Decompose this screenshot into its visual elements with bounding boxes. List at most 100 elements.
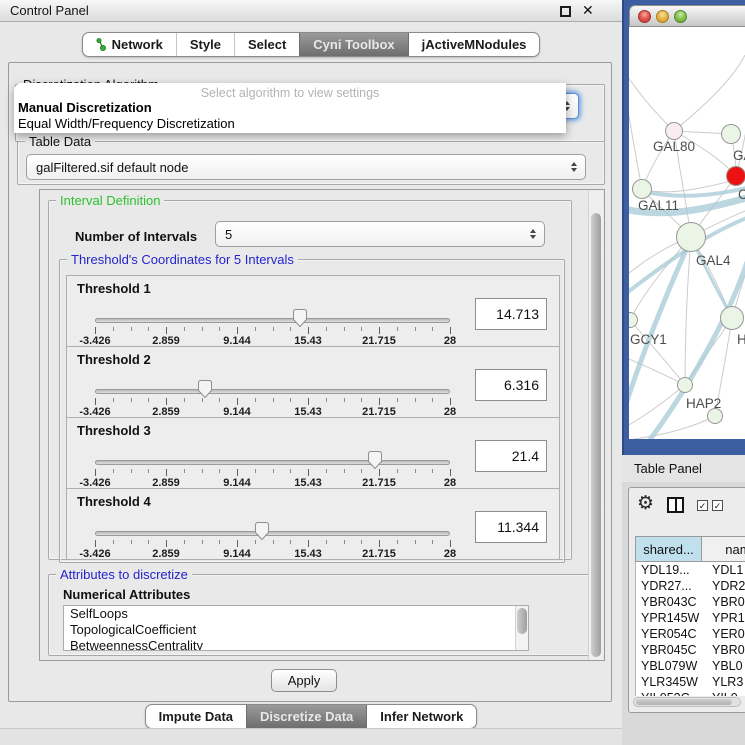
attributes-group: Attributes to discretize Numerical Attri… (48, 574, 596, 656)
list-item-selfloops[interactable]: SelfLoops (64, 606, 528, 622)
network-node-c[interactable] (726, 166, 745, 186)
network-window-titlebar[interactable] (629, 5, 745, 27)
table-data-value: galFiltered.sif default node (36, 160, 188, 175)
algorithm-menu-items: Manual DiscretizationEqual Width/Frequen… (18, 100, 562, 132)
numerical-attributes-list[interactable]: SelfLoopsTopologicalCoefficientBetweenne… (63, 605, 529, 651)
menu-item-equal-width-frequency-discretization[interactable]: Equal Width/Frequency Discretization (18, 116, 562, 132)
threshold-panel-threshold-3: Threshold 3-3.4262.8599.14415.4321.71528… (66, 417, 560, 489)
table-data-title: Table Data (25, 134, 95, 149)
threshold-value-field[interactable]: 11.344 (475, 511, 547, 543)
settings-scroll-area: Interval Definition Number of Intervals … (39, 189, 605, 661)
table-row[interactable]: YLR345WYLR3 (636, 674, 745, 690)
threshold-label: Threshold 4 (77, 494, 151, 509)
tab-select[interactable]: Select (234, 33, 299, 56)
checkbox-icon[interactable]: ✓ (697, 500, 708, 511)
tab-label: Infer Network (380, 709, 463, 724)
tab-impute-data[interactable]: Impute Data (146, 705, 246, 728)
column-header-shared-name[interactable]: shared... (636, 537, 702, 561)
tick-mark (237, 327, 238, 334)
tick-mark (148, 540, 149, 544)
close-traffic-light-icon[interactable] (638, 10, 651, 23)
slider-handle[interactable] (197, 379, 213, 399)
network-node-h[interactable] (720, 306, 744, 330)
network-node-gal80[interactable] (665, 122, 683, 140)
menu-item-manual-discretization[interactable]: Manual Discretization (18, 100, 562, 116)
tick-mark (290, 398, 291, 402)
network-node-gal4[interactable] (676, 222, 706, 252)
threshold-slider[interactable]: -3.4262.8599.14415.4321.71528 (67, 302, 467, 348)
close-icon[interactable]: ✕ (582, 2, 594, 19)
threshold-label: Threshold 2 (77, 352, 151, 367)
table-row[interactable]: YDL19...YDL1 (636, 562, 745, 578)
tab-discretize-data[interactable]: Discretize Data (246, 705, 366, 728)
scrollbar-thumb[interactable] (517, 608, 527, 634)
tick-mark (219, 540, 220, 544)
network-node-gal11[interactable] (632, 179, 652, 199)
list-item-topologicalcoefficient[interactable]: TopologicalCoefficient (64, 622, 528, 638)
tab-cyni-toolbox[interactable]: Cyni Toolbox (299, 33, 407, 56)
tick-mark (432, 540, 433, 544)
threshold-panel-threshold-1: Threshold 1-3.4262.8599.14415.4321.71528… (66, 275, 560, 347)
network-node-ga[interactable] (721, 124, 741, 144)
scrollbar-thumb[interactable] (591, 213, 601, 657)
table-data-combo[interactable]: galFiltered.sif default node (26, 154, 586, 180)
checkbox-icon[interactable]: ✓ (712, 500, 723, 511)
column-header-name[interactable]: name (702, 537, 745, 561)
threshold-value-field[interactable]: 6.316 (475, 369, 547, 401)
table-row[interactable]: YPR145WYPR1 (636, 610, 745, 626)
table-row[interactable]: YBR045CYBR0 (636, 642, 745, 658)
gear-icon[interactable]: ⚙ (637, 492, 654, 515)
network-canvas[interactable]: GAL80GACGAL11GAL4GCY1HHAP2 (629, 27, 745, 439)
thresholds-group-title: Threshold's Coordinates for 5 Intervals (67, 252, 298, 267)
threshold-slider[interactable]: -3.4262.8599.14415.4321.71528 (67, 515, 467, 561)
bottom-tab-bar: Impute DataDiscretize Data Infer Network (145, 704, 478, 729)
tick-mark (415, 398, 416, 402)
slider-track (95, 531, 450, 536)
tick-mark (113, 469, 114, 473)
zoom-traffic-light-icon[interactable] (674, 10, 687, 23)
tick-mark (379, 327, 380, 334)
table-horizontal-scrollbar[interactable] (633, 697, 741, 707)
cell-shared-name: YER054C (636, 626, 702, 642)
bottom-tabbar: Impute DataDiscretize Data Infer Network (0, 704, 622, 729)
scrollbar-thumb[interactable] (636, 699, 732, 705)
tick-mark (450, 540, 451, 547)
network-node[interactable] (707, 408, 723, 424)
cell-name: YBR0 (702, 642, 745, 658)
algorithm-dropdown-prompt: Select algorithm to view settings (14, 86, 566, 100)
network-icon (96, 38, 107, 51)
threshold-slider[interactable]: -3.4262.8599.14415.4321.71528 (67, 373, 467, 419)
table-row[interactable]: YBR043CYBR0 (636, 594, 745, 610)
float-window-icon[interactable] (560, 6, 571, 17)
tab-jactivemnodules[interactable]: jActiveMNodules (408, 33, 540, 56)
slider-track (95, 460, 450, 465)
table-row[interactable]: YIL052CYIL0 (636, 690, 745, 696)
table-row[interactable]: YER054CYER0 (636, 626, 745, 642)
cell-shared-name: YBR043C (636, 594, 702, 610)
split-columns-icon[interactable] (667, 497, 684, 513)
tab-style[interactable]: Style (176, 33, 234, 56)
threshold-value-field[interactable]: 21.4 (475, 440, 547, 472)
threshold-value-field[interactable]: 14.713 (475, 298, 547, 330)
list-item-betweennesscentrality[interactable]: BetweennessCentrality (64, 638, 528, 651)
cell-name: YER0 (702, 626, 745, 642)
slider-handle[interactable] (292, 308, 308, 328)
number-of-intervals-combo[interactable]: 5 (215, 221, 545, 247)
threshold-slider[interactable]: -3.4262.8599.14415.4321.71528 (67, 444, 467, 490)
minimize-traffic-light-icon[interactable] (656, 10, 669, 23)
tab-infer-network[interactable]: Infer Network (366, 705, 476, 728)
slider-handle[interactable] (367, 450, 383, 470)
tick-mark (237, 469, 238, 476)
slider-handle[interactable] (254, 521, 270, 541)
apply-button[interactable]: Apply (271, 669, 337, 692)
table-row[interactable]: YBL079WYBL0 (636, 658, 745, 674)
tick-mark (273, 327, 274, 331)
settings-scrollbar[interactable] (588, 191, 603, 661)
table-row[interactable]: YDR27...YDR2 (636, 578, 745, 594)
cell-name: YBR0 (702, 594, 745, 610)
threshold-panel-threshold-4: Threshold 4 -3.4262.8599.14415.4321.71528… (66, 488, 560, 560)
attributes-scrollbar[interactable] (515, 606, 528, 650)
tab-network[interactable]: Network (83, 33, 176, 56)
table-panel-titlebar: Table Panel (622, 455, 745, 482)
network-node-hap2[interactable] (677, 377, 693, 393)
